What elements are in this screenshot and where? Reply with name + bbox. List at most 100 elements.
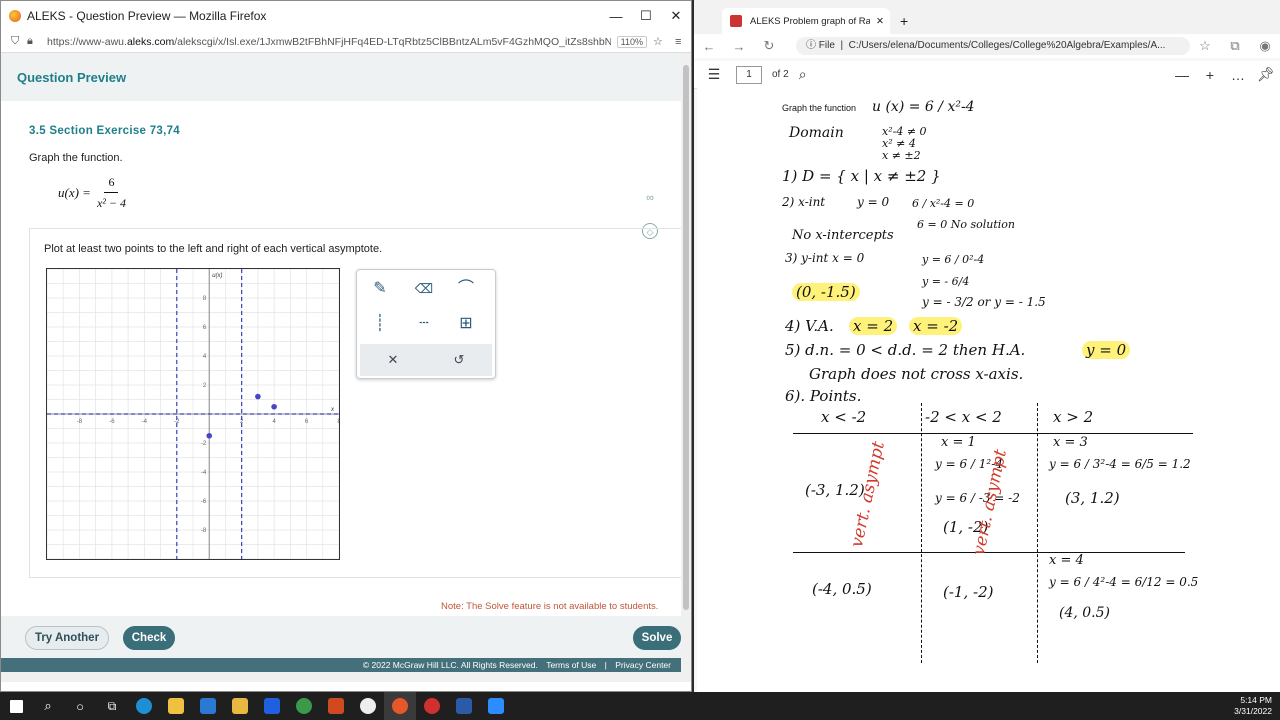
note-step3-b: y = - 6/4	[922, 275, 970, 288]
zoom-out-icon[interactable]: —	[1168, 67, 1196, 83]
explorer-taskbar-icon[interactable]	[224, 692, 256, 720]
url-text[interactable]: https://www-awu.aleks.com/alekscgi/x/Isl…	[47, 36, 611, 48]
formula-denominator: x² − 4	[96, 196, 126, 210]
search-icon[interactable]: ⌕	[789, 66, 817, 83]
copyright-text: © 2022 McGraw Hill LLC. All Rights Reser…	[362, 660, 538, 670]
graphing-area[interactable]: -8-6-4-224688642-2-4-6-8 x u(x)	[46, 268, 341, 560]
note-domain: Domain	[789, 125, 844, 141]
edge-tabbar: ALEKS Problem graph of Ration ✕ +	[694, 0, 1280, 34]
clock[interactable]: 5:14 PM 3/31/2022	[1234, 695, 1272, 717]
search-taskbar-icon[interactable]: ⌕	[32, 692, 64, 720]
more-icon[interactable]: …	[1224, 67, 1252, 83]
answer-panel: Plot at least two points to the left and…	[29, 228, 681, 578]
pdf-page: Graph the function u (x) = 6 / x²-4 Doma…	[697, 85, 1280, 692]
firefox-taskbar-icon[interactable]	[384, 692, 416, 720]
zoom-in-icon[interactable]: +	[1196, 67, 1224, 83]
solve-note: Note: The Solve feature is not available…	[441, 601, 659, 612]
tab-close-icon[interactable]: ✕	[876, 16, 884, 27]
firefox-logo-icon	[9, 10, 21, 22]
maximize-button[interactable]: ☐	[631, 8, 661, 24]
note-step2-eq: 6 / x²-4 = 0	[912, 197, 975, 210]
star-icon[interactable]: ☆	[653, 35, 669, 48]
y-tick-label: -2	[201, 441, 207, 447]
forward-icon[interactable]: →	[724, 39, 754, 54]
try-another-button[interactable]: Try Another	[25, 626, 109, 650]
table-head-2: -2 < x < 2	[925, 408, 1002, 426]
pencil-tool-icon[interactable]: ✎	[367, 278, 393, 300]
undo-icon[interactable]: ↺	[446, 349, 472, 371]
chrome-taskbar-icon[interactable]	[288, 692, 320, 720]
office-taskbar-icon[interactable]	[320, 692, 352, 720]
clear-icon[interactable]: ✕	[380, 349, 406, 371]
favorites-icon[interactable]: ☆	[1190, 38, 1220, 54]
table-right-5: y = 6 / 4²-4 = 6/12 = 0.5	[1049, 575, 1199, 589]
solve-button[interactable]: Solve	[633, 626, 681, 650]
vertical-scrollbar[interactable]	[681, 53, 691, 673]
x-tick-label: -8	[77, 419, 83, 425]
collections-icon[interactable]: ⧉	[1220, 38, 1250, 54]
table-right-3: (3, 1.2)	[1065, 489, 1120, 507]
start-icon[interactable]	[0, 692, 32, 720]
note-step3-c: y = - 3/2 or y = - 1.5	[922, 295, 1046, 309]
note-step2-nosol: 6 = 0 No solution	[917, 218, 1015, 231]
task-view-icon[interactable]: ⧉	[96, 692, 128, 720]
infinity-icon[interactable]: ∞	[642, 190, 658, 206]
refresh-icon[interactable]: ↻	[754, 38, 784, 54]
table-head-3: x > 2	[1053, 408, 1094, 426]
word-taskbar-icon[interactable]	[448, 692, 480, 720]
profile-icon[interactable]: ◉	[1250, 38, 1280, 54]
horizontal-asymptote-tool-icon[interactable]: ┄	[411, 313, 437, 335]
y-tick-label: -6	[201, 499, 207, 505]
table-right-2: y = 6 / 3²-4 = 6/5 = 1.2	[1049, 457, 1191, 471]
x-tick-label: -6	[109, 419, 115, 425]
pdf-tab[interactable]: ALEKS Problem graph of Ration ✕	[722, 8, 890, 34]
question-preview-header: Question Preview	[1, 53, 691, 101]
url-bar[interactable]: ⛉ 🔒︎ https://www-awu.aleks.com/alekscgi/…	[1, 31, 691, 53]
app-taskbar-icon[interactable]	[352, 692, 384, 720]
store-taskbar-icon[interactable]	[160, 692, 192, 720]
y-tick-label: -4	[201, 470, 207, 476]
clock-date: 3/31/2022	[1234, 706, 1272, 716]
x-axis-label: x	[330, 407, 335, 413]
page-number-input[interactable]: 1	[736, 65, 762, 84]
lock-icon[interactable]: 🔒︎	[27, 35, 43, 48]
plotted-point[interactable]	[255, 393, 261, 400]
eraser-tool-icon[interactable]: ⌫	[411, 278, 437, 300]
grid-delete-tool-icon[interactable]: ⊞	[453, 313, 479, 335]
graph-svg[interactable]: -8-6-4-224688642-2-4-6-8 x u(x)	[46, 268, 341, 560]
y-tick-label: 2	[203, 383, 207, 389]
cortana-icon[interactable]: ○	[64, 692, 96, 720]
curve-tool-icon[interactable]: ⌒	[453, 278, 479, 300]
edge-address-bar: ← → ↻ ⓘ File | C:/Users/elena/Documents/…	[694, 34, 1280, 58]
back-icon[interactable]: ←	[694, 39, 724, 54]
zoom-taskbar-icon[interactable]	[480, 692, 512, 720]
y-tick-label: 6	[203, 325, 207, 331]
edge-url[interactable]: ⓘ File | C:/Users/elena/Documents/Colleg…	[796, 37, 1190, 55]
scroll-thumb[interactable]	[683, 65, 689, 610]
plotted-point[interactable]	[271, 403, 277, 410]
new-tab-icon[interactable]: +	[900, 13, 908, 29]
menu-icon[interactable]: ≡	[675, 36, 691, 48]
horizontal-scrollbar[interactable]	[1, 672, 691, 682]
table-mid-3: y = 6 / -3 = -2	[935, 491, 1020, 505]
terms-link[interactable]: Terms of Use	[546, 660, 596, 670]
opera-taskbar-icon[interactable]	[416, 692, 448, 720]
formula-numerator: 6	[104, 175, 119, 193]
vertical-asymptote-tool-icon[interactable]: ┊	[367, 313, 393, 335]
close-button[interactable]: ✕	[661, 8, 691, 24]
calendar-taskbar-icon[interactable]	[192, 692, 224, 720]
plotted-point[interactable]	[206, 432, 213, 439]
table-right-6: (4, 0.5)	[1059, 605, 1110, 621]
shield-icon[interactable]: ⛉	[11, 35, 27, 48]
check-button[interactable]: Check	[123, 626, 175, 650]
note-va2: x = -2	[909, 317, 963, 335]
edge-taskbar-icon[interactable]	[128, 692, 160, 720]
minimize-button[interactable]: —	[601, 9, 631, 24]
dropbox-taskbar-icon[interactable]	[256, 692, 288, 720]
zoom-level[interactable]: 110%	[616, 35, 647, 48]
pin-icon[interactable]: 📌︎	[1252, 66, 1280, 83]
note-step2: 2) x-int	[782, 195, 826, 209]
privacy-link[interactable]: Privacy Center	[615, 660, 671, 670]
y-tick-label: 8	[203, 296, 207, 302]
contents-icon[interactable]: ☰	[700, 66, 728, 83]
